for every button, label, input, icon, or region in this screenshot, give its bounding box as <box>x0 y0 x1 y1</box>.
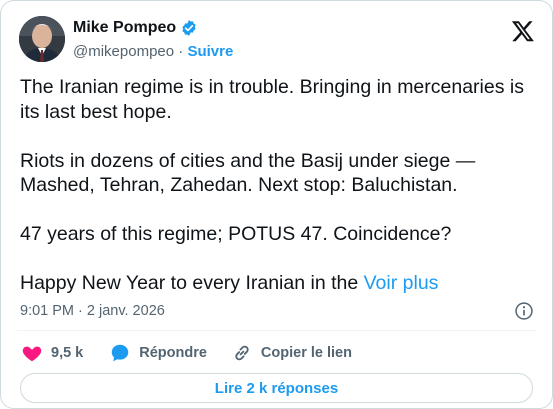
tweet-timestamp[interactable]: 9:01 PM · 2 janv. 2026 <box>20 303 165 319</box>
read-replies-button[interactable]: Lire 2 k réponses <box>20 373 533 403</box>
copy-link-button[interactable]: Copier le lien <box>231 342 352 364</box>
reply-button[interactable]: Répondre <box>109 342 207 364</box>
verified-badge-icon <box>182 20 196 36</box>
see-more-link[interactable]: Voir plus <box>364 272 439 294</box>
like-count: 9,5 k <box>51 345 84 361</box>
reply-label: Répondre <box>139 345 207 361</box>
follow-button[interactable]: Suivre <box>187 43 233 60</box>
tweet-paragraph-last: Happy New Year to every Iranian in the V… <box>20 271 540 296</box>
handle-separator: · <box>178 43 184 60</box>
x-logo-icon[interactable] <box>511 19 535 43</box>
action-bar: 9,5 k Répondre Copier le lien <box>21 340 352 366</box>
tweet-text: The Iranian regime is in trouble. Bringi… <box>20 75 540 296</box>
copy-link-label: Copier le lien <box>260 345 352 361</box>
tweet-paragraph: Riots in dozens of cities and the Basij … <box>20 149 476 197</box>
like-button[interactable]: 9,5 k <box>21 342 83 364</box>
reply-bubble-icon <box>112 344 129 362</box>
heart-icon <box>22 346 42 362</box>
author-name-row: Mike Pompeo <box>73 19 198 37</box>
info-icon[interactable] <box>514 301 534 321</box>
link-icon <box>235 345 249 361</box>
author-handle[interactable]: @mikepompeo <box>73 43 174 60</box>
tweet-card: Mike Pompeo @mikepompeo · Suivre The Ira… <box>0 0 553 409</box>
tweet-last-line: Happy New Year to every Iranian in the <box>20 272 359 294</box>
divider <box>17 330 536 331</box>
author-name[interactable]: Mike Pompeo <box>73 19 176 37</box>
tweet-paragraph: 47 years of this regime; POTUS 47. Coinc… <box>20 223 452 245</box>
tweet-paragraph: The Iranian regime is in trouble. Bringi… <box>20 76 524 123</box>
author-handle-row: @mikepompeo · Suivre <box>73 43 233 60</box>
avatar[interactable] <box>19 16 65 62</box>
